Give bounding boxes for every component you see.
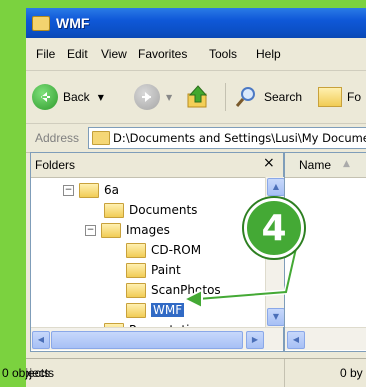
step-number-badge: 4 [244,198,304,258]
status-objects-text: 0 objects [2,366,51,380]
callout-arrow [181,243,300,310]
